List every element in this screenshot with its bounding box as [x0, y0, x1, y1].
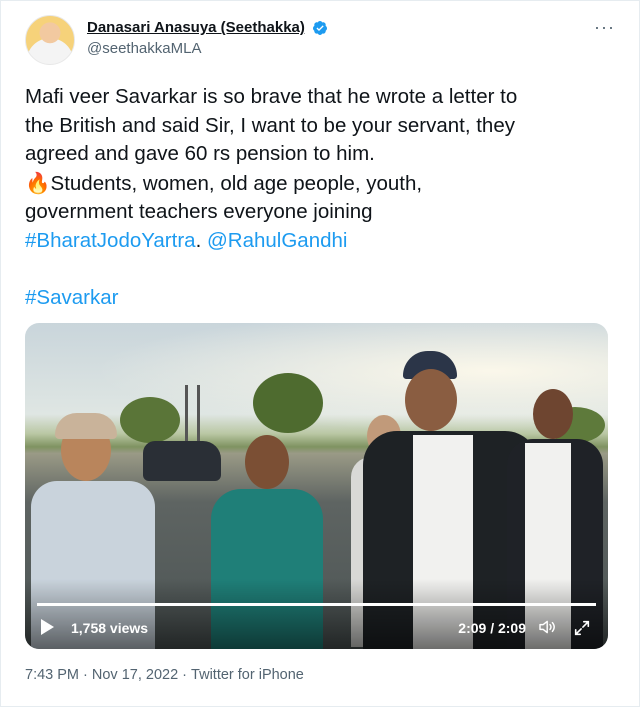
video-pole	[185, 385, 188, 449]
tweet-text-line-3: agreed and gave 60 rs pension to him.	[25, 142, 375, 165]
tweet-source[interactable]: Twitter for iPhone	[191, 667, 304, 683]
author-display-name[interactable]: Danasari Anasuya (Seethakka)	[87, 19, 305, 36]
more-icon[interactable]: ···	[594, 17, 615, 38]
video-controls: 1,758 views 2:09 / 2:09	[25, 579, 608, 649]
author-handle[interactable]: @seethakkaMLA	[87, 40, 328, 57]
video-player[interactable]: 1,758 views 2:09 / 2:09	[25, 323, 608, 649]
avatar[interactable]	[25, 15, 75, 65]
tweet-text: Mafi veer Savarkar is so brave that he w…	[25, 83, 617, 313]
tweet-meta: 7:43 PM · Nov 17, 2022 · Twitter for iPh…	[25, 667, 304, 683]
hashtag-savarkar-link[interactable]: #Savarkar	[25, 286, 118, 309]
verified-badge-icon	[313, 20, 328, 35]
meta-separator: ·	[178, 667, 192, 684]
volume-icon[interactable]	[538, 619, 558, 635]
video-progress-fill	[37, 603, 596, 606]
text-separator: .	[195, 228, 202, 252]
author-info: Danasari Anasuya (Seethakka) @seethakkaM…	[87, 19, 328, 57]
video-time: 2:09 / 2:09	[458, 620, 526, 636]
tweet-text-line-1: Mafi veer Savarkar is so brave that he w…	[25, 85, 518, 108]
video-pole	[197, 385, 200, 449]
tweet-header: Danasari Anasuya (Seethakka) @seethakkaM…	[25, 15, 615, 67]
fire-emoji-icon: 🔥	[25, 170, 51, 195]
hashtag-bharatjodoyartra-link[interactable]: #BharatJodoYartra	[25, 229, 196, 252]
tweet-text-line-5: government teachers everyone joining	[25, 200, 373, 223]
video-tree	[253, 373, 323, 433]
tweet-text-line-6: #BharatJodoYartra. @RahulGandhi	[25, 227, 617, 256]
video-progress-bar[interactable]	[37, 603, 596, 606]
tweet-text-line-4-text: Students, women, old age people, youth,	[50, 171, 423, 195]
tweet-text-line-4: 🔥Students, women, old age people, youth,	[25, 169, 617, 199]
mention-rahulgandhi-link[interactable]: @RahulGandhi	[207, 229, 347, 252]
tweet-card: Danasari Anasuya (Seethakka) @seethakkaM…	[0, 0, 640, 707]
tweet-text-line-7: #Savarkar	[25, 284, 617, 313]
play-icon[interactable]	[41, 619, 54, 635]
fullscreen-icon[interactable]	[572, 619, 592, 637]
video-views: 1,758 views	[71, 620, 149, 636]
tweet-timestamp[interactable]: 7:43 PM · Nov 17, 2022	[25, 667, 178, 683]
tweet-text-line-2: the British and said Sir, I want to be y…	[25, 113, 515, 137]
